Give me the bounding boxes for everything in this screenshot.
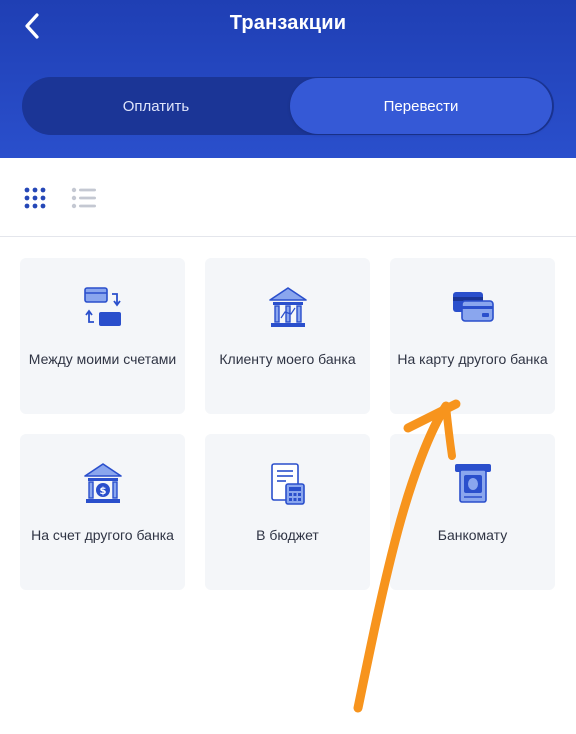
page-title: Транзакции [229, 12, 347, 34]
tile-account-of-another-bank[interactable]: $ На счет другого банка [20, 434, 185, 590]
grid-view-button[interactable] [19, 182, 51, 214]
tile-atm[interactable]: Банкомату [390, 434, 555, 590]
tile-between-my-accounts[interactable]: Между моими счетами [20, 258, 185, 414]
budget-calculator-icon [270, 463, 305, 505]
grid-view-icon [24, 187, 46, 209]
tile-client-of-my-bank[interactable]: Клиенту моего банка [205, 258, 370, 414]
bank-cards-icon [452, 292, 494, 322]
list-view-icon [71, 187, 96, 209]
tile-label: Клиенту моего банка [219, 351, 356, 367]
tab-transfer[interactable]: Перевести [290, 78, 552, 134]
bank-dollar-icon: $ [83, 463, 122, 503]
tile-label: В бюджет [256, 527, 319, 543]
tile-card-of-another-bank[interactable]: На карту другого банка [390, 258, 555, 414]
tile-to-budget[interactable]: В бюджет [205, 434, 370, 590]
bank-building-icon [268, 287, 307, 327]
tab-pay[interactable]: Оплатить [22, 77, 290, 135]
list-view-button[interactable] [68, 182, 100, 214]
atm-icon [454, 464, 491, 503]
transaction-type-switch: Оплатить Перевести [22, 77, 554, 135]
header: Транзакции Оплатить Перевести [0, 0, 576, 158]
view-toolbar [0, 158, 576, 237]
transfer-between-accounts-icon [83, 287, 121, 326]
tile-label: Между моими счетами [28, 351, 177, 367]
tile-label: Банкомату [437, 527, 508, 543]
svg-text:$: $ [99, 486, 106, 497]
tile-label: На карту другого банка [397, 351, 548, 367]
tile-label: На счет другого банка [31, 527, 174, 543]
